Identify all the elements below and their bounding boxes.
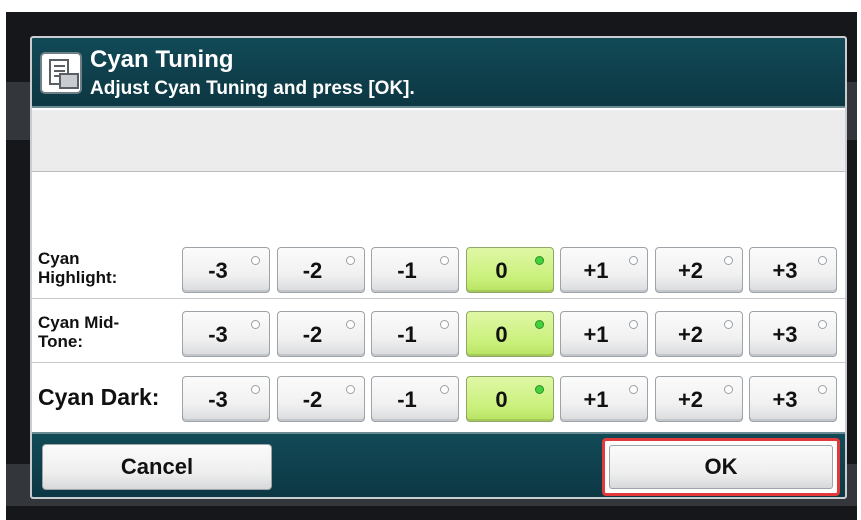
cyan-highlight-option-button[interactable]: -1 [371, 247, 459, 293]
row-label-cyan-midtone: Cyan Mid- Tone: [38, 313, 120, 351]
document-settings-icon [40, 52, 82, 94]
option-value: 0 [495, 387, 508, 412]
cyan-highlight-option-button[interactable]: -2 [276, 247, 365, 293]
option-value: +2 [677, 322, 704, 347]
selection-indicator-icon [440, 320, 449, 329]
cyan-midtone-option-button[interactable]: +2 [654, 311, 743, 357]
selection-indicator-icon [251, 385, 260, 394]
cyan-highlight-option-button[interactable]: +3 [749, 247, 837, 293]
selection-indicator-icon [723, 256, 733, 265]
option-value: +2 [677, 258, 704, 283]
option-value: +1 [583, 387, 609, 412]
cyan-highlight-row: Cyan Highlight: -3 -2 -1 0 +1 +2 +3 [32, 237, 845, 299]
selection-indicator-icon [629, 256, 638, 265]
option-value: -2 [302, 322, 323, 347]
selection-indicator-icon [345, 385, 355, 394]
cyan-midtone-option-button[interactable]: +1 [560, 311, 648, 357]
selection-indicator-icon [251, 256, 260, 265]
selection-indicator-icon [629, 385, 638, 394]
selection-indicator-icon [534, 385, 544, 394]
selection-indicator-icon [723, 385, 733, 394]
row-label-cyan-highlight: Cyan Highlight: [38, 249, 118, 287]
selection-indicator-icon [345, 256, 355, 265]
option-value: -1 [397, 258, 417, 283]
dialog-subtitle: Adjust Cyan Tuning and press [OK]. [90, 78, 415, 99]
cyan-highlight-option-button[interactable]: +1 [560, 247, 648, 293]
dialog-header: Cyan Tuning Adjust Cyan Tuning and press… [32, 38, 845, 108]
selection-indicator-icon [818, 385, 827, 394]
option-value: +3 [772, 387, 798, 412]
cyan-highlight-option-button[interactable]: 0 [465, 247, 554, 293]
option-value: +2 [677, 387, 704, 412]
cyan-dark-option-button[interactable]: +2 [654, 376, 743, 422]
option-value: 0 [495, 322, 508, 347]
cyan-midtone-option-button[interactable]: 0 [465, 311, 554, 357]
option-value: -2 [302, 387, 323, 412]
selection-indicator-icon [345, 320, 355, 329]
selection-indicator-icon [629, 320, 638, 329]
cyan-highlight-option-button[interactable]: +2 [654, 247, 743, 293]
selection-indicator-icon [534, 256, 544, 265]
cyan-midtone-option-button[interactable]: -2 [276, 311, 365, 357]
selection-indicator-icon [251, 320, 260, 329]
cyan-dark-option-button[interactable]: +1 [560, 376, 648, 422]
option-value: +3 [772, 258, 798, 283]
option-value: +1 [583, 258, 609, 283]
cyan-midtone-row: Cyan Mid- Tone: -3 -2 -1 0 +1 +2 +3 [32, 301, 845, 363]
cyan-dark-option-button[interactable]: -1 [371, 376, 459, 422]
cancel-button[interactable]: Cancel [42, 444, 272, 490]
row-label-cyan-dark: Cyan Dark: [38, 383, 160, 410]
cyan-dark-option-button[interactable]: -2 [276, 376, 365, 422]
cyan-dark-option-button[interactable]: +3 [749, 376, 837, 422]
cyan-dark-row: Cyan Dark: -3 -2 -1 0 +1 +2 +3 [32, 366, 845, 428]
option-value: +3 [772, 322, 798, 347]
selection-indicator-icon [534, 320, 544, 329]
selection-indicator-icon [440, 256, 449, 265]
option-value: -3 [208, 387, 228, 412]
dialog-footer: Cancel OK [32, 432, 845, 497]
ok-button[interactable]: OK [609, 445, 833, 489]
cyan-dark-option-button[interactable]: 0 [465, 376, 554, 422]
selection-indicator-icon [818, 320, 827, 329]
option-value: -3 [208, 322, 228, 347]
option-value: 0 [495, 258, 508, 283]
dialog-title: Cyan Tuning [90, 46, 234, 73]
ok-button-focus-frame: OK [602, 438, 840, 496]
cyan-highlight-option-button[interactable]: -3 [182, 247, 270, 293]
cyan-midtone-option-button[interactable]: -1 [371, 311, 459, 357]
selection-indicator-icon [440, 385, 449, 394]
cyan-tuning-dialog: Cyan Tuning Adjust Cyan Tuning and press… [30, 36, 847, 499]
cyan-dark-option-button[interactable]: -3 [182, 376, 270, 422]
cyan-midtone-option-button[interactable]: -3 [182, 311, 270, 357]
info-strip [32, 110, 845, 172]
cyan-midtone-option-button[interactable]: +3 [749, 311, 837, 357]
selection-indicator-icon [818, 256, 827, 265]
selection-indicator-icon [723, 320, 733, 329]
option-value: -3 [208, 258, 228, 283]
option-value: -2 [302, 258, 323, 283]
option-value: +1 [583, 322, 609, 347]
option-value: -1 [397, 387, 417, 412]
option-value: -1 [397, 322, 417, 347]
